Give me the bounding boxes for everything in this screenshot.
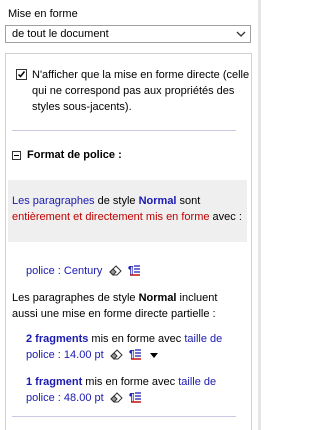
- summary-text: Les paragraphes de style Normal sont ent…: [12, 193, 244, 225]
- eraser-icon[interactable]: [110, 349, 123, 360]
- partial-format-text: Les paragraphes de style Normal incluent…: [12, 290, 244, 322]
- direct-format-only-checkbox[interactable]: [16, 69, 27, 80]
- separator: [12, 416, 236, 417]
- font-century-link[interactable]: police : Century: [26, 265, 102, 277]
- fragment-count-link[interactable]: 1 fragment: [26, 376, 82, 388]
- fragment-text: mis en forme avec: [88, 333, 185, 345]
- section-title: Format de police :: [27, 149, 122, 161]
- direct-format-emphasis: entièrement et directement mis en forme: [12, 211, 210, 223]
- font-property-row: police : Century ¶: [26, 263, 246, 279]
- select-text-icon[interactable]: ¶: [129, 348, 143, 360]
- select-text-icon[interactable]: ¶: [129, 391, 143, 403]
- panel-header-label: Mise en forme: [8, 8, 78, 20]
- style-normal-label: Normal: [138, 292, 177, 304]
- fragment-text: mis en forme avec: [82, 376, 179, 388]
- select-text-icon[interactable]: ¶: [128, 264, 142, 276]
- paragraphs-link[interactable]: Les paragraphes: [12, 195, 95, 207]
- chevron-down-icon: [236, 31, 246, 37]
- summary-text-part: avec :: [209, 211, 242, 223]
- separator: [12, 130, 236, 131]
- formatting-panel: N'afficher que la mise en forme directe …: [5, 53, 252, 430]
- collapse-icon[interactable]: [12, 151, 21, 160]
- eraser-icon[interactable]: [110, 392, 123, 403]
- partial-format-text-part: Les paragraphes de style: [12, 292, 139, 304]
- eraser-icon[interactable]: [108, 265, 122, 276]
- scope-dropdown-value: de tout le document: [12, 28, 109, 40]
- dropdown-arrow-icon[interactable]: [149, 352, 159, 360]
- style-normal-link[interactable]: Normal: [139, 195, 177, 207]
- checkmark-icon: [17, 71, 26, 78]
- window-edge: [258, 0, 261, 430]
- fragments-count-link[interactable]: 2 fragments: [26, 333, 88, 345]
- summary-text-part: sont: [176, 195, 201, 207]
- fragment-item-2: 1 fragment mis en forme avec taille de p…: [26, 374, 246, 406]
- summary-text-part: de style: [94, 195, 139, 207]
- fragment-item-1: 2 fragments mis en forme avec taille de …: [26, 331, 246, 363]
- scope-dropdown[interactable]: de tout le document: [5, 25, 251, 43]
- direct-format-only-label[interactable]: N'afficher que la mise en forme directe …: [32, 67, 252, 115]
